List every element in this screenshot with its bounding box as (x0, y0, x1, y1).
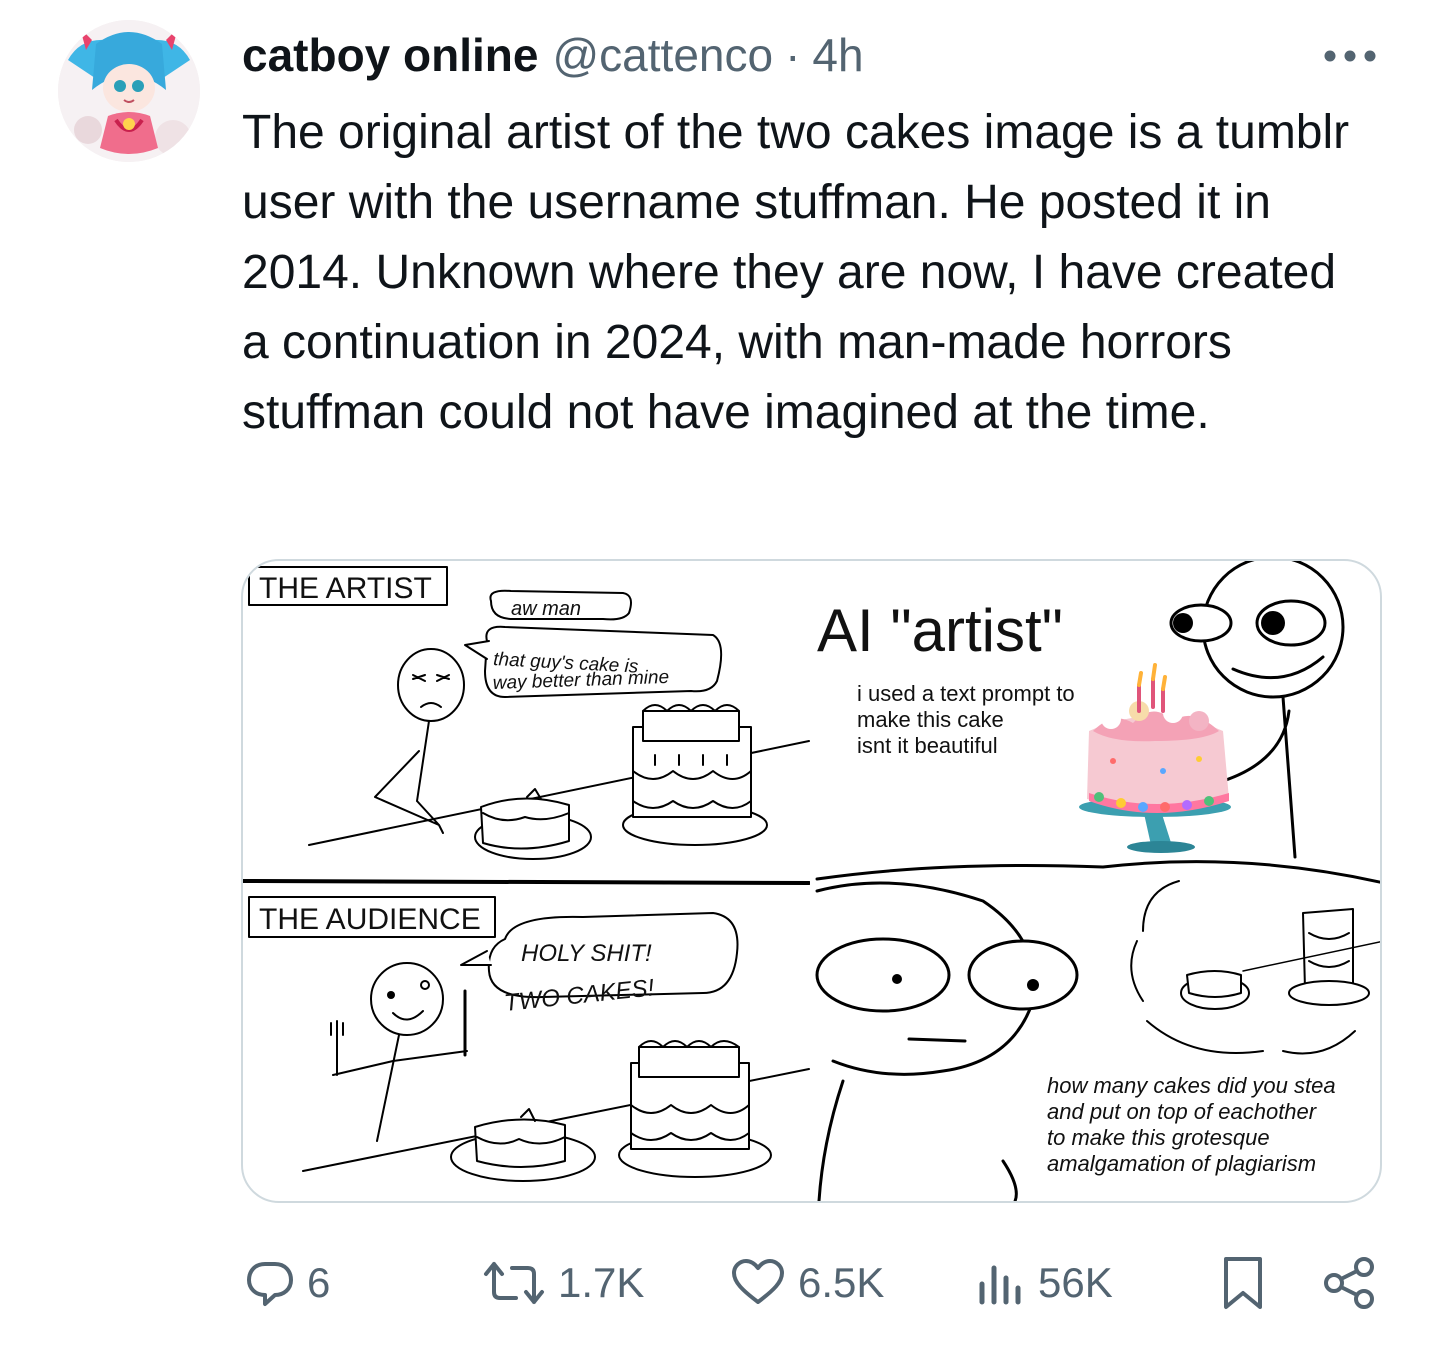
like-button[interactable]: 6.5K (730, 1248, 884, 1318)
tweet-header: catboy online @cattenco · 4h (242, 24, 864, 86)
more-icon[interactable] (1322, 42, 1378, 70)
bookmark-button[interactable] (1220, 1248, 1266, 1318)
ai-caption-1: i used a text prompt to (857, 681, 1075, 706)
artist-label: THE ARTIST (259, 572, 432, 605)
panel-ai-artist: AI "artist" i used a text prompt to make… (817, 561, 1345, 859)
ai-caption-3: isnt it beautiful (857, 733, 998, 758)
artist-bubble-text-1: aw man (511, 598, 581, 620)
tweet-media[interactable]: THE ARTIST aw man that guy's cake is way… (241, 559, 1382, 1203)
repost-icon (484, 1262, 544, 1304)
share-icon (1324, 1257, 1374, 1309)
audience-bubble-text-1: HOLY SHIT! (521, 940, 652, 967)
bookmark-icon (1224, 1257, 1262, 1309)
panel-the-artist: THE ARTIST aw man that guy's cake is way… (248, 566, 810, 860)
reply-text-1: how many cakes did you stea (1047, 1073, 1336, 1098)
audience-label: THE AUDIENCE (259, 903, 481, 936)
views-count: 56K (1038, 1259, 1113, 1306)
separator-dot: · (785, 29, 801, 81)
share-button[interactable] (1322, 1248, 1376, 1318)
comic-image: THE ARTIST aw man that guy's cake is way… (243, 561, 1380, 1201)
panel-reaction: how many cakes did you stea and put on t… (815, 860, 1380, 1201)
repost-button[interactable]: 1.7K (482, 1248, 644, 1318)
reply-button[interactable]: 6 (245, 1248, 330, 1318)
reply-icon (247, 1262, 293, 1306)
like-count: 6.5K (798, 1259, 885, 1306)
views-button[interactable]: 56K (976, 1248, 1113, 1318)
views-icon (979, 1265, 1021, 1305)
tweet-text: The original artist of the two cakes ima… (242, 106, 1350, 439)
panel-divider (243, 879, 811, 885)
reply-text-4: amalgamation of plagiarism (1047, 1151, 1316, 1176)
repost-count: 1.7K (558, 1259, 645, 1306)
ai-caption-2: make this cake (857, 707, 1004, 732)
reply-text-3: to make this grotesque (1047, 1125, 1270, 1150)
display-name[interactable]: catboy online (242, 28, 538, 82)
heart-icon (732, 1259, 784, 1304)
panel-the-audience: THE AUDIENCE HOLY SHIT! TWO CAKES! (248, 896, 810, 1182)
user-handle[interactable]: @cattenco (552, 28, 773, 82)
action-bar: 6 1.7K 6.5K 56K (0, 1248, 1440, 1318)
reply-text-2: and put on top of eachother (1047, 1099, 1318, 1124)
timestamp[interactable]: 4h (812, 28, 863, 82)
ai-title: AI "artist" (817, 597, 1063, 664)
avatar-image (58, 20, 200, 162)
avatar[interactable] (58, 20, 200, 162)
reply-count: 6 (307, 1259, 331, 1306)
